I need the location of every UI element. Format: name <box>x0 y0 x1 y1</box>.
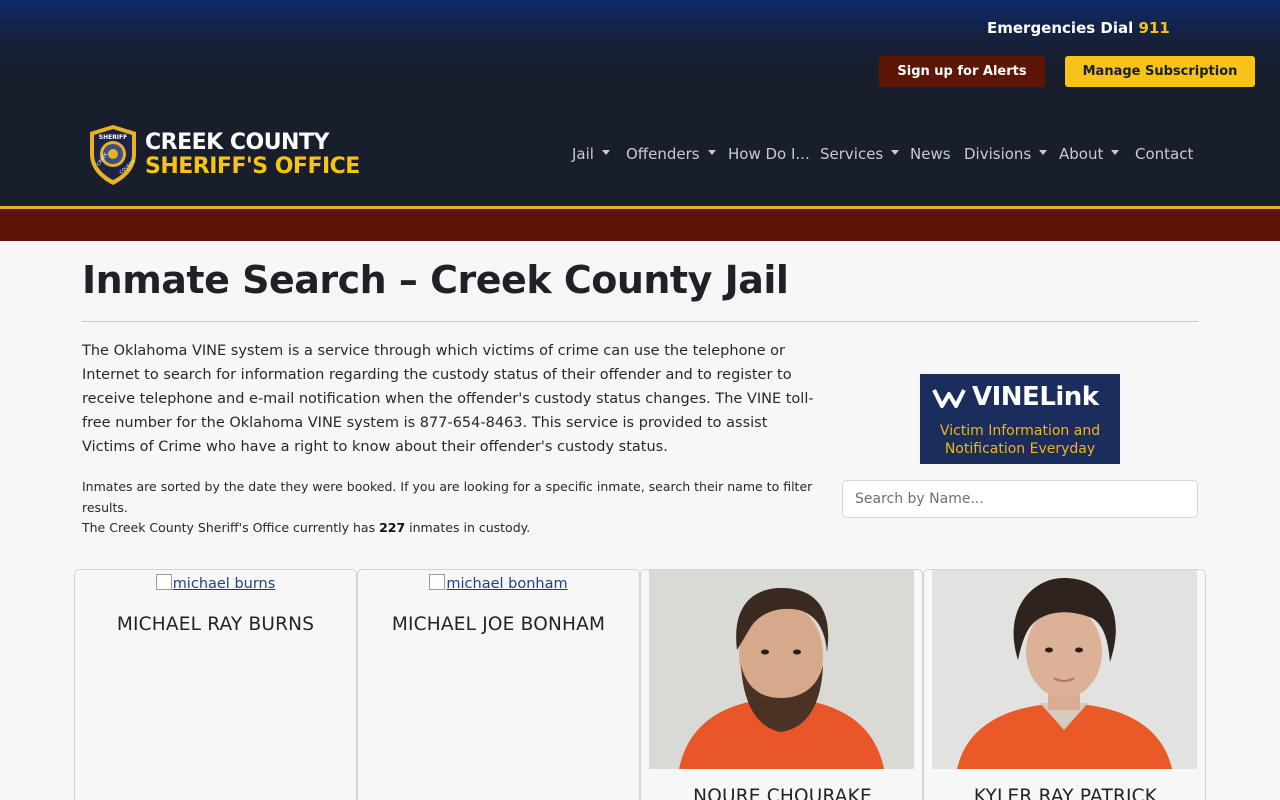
inmate-mugshot[interactable] <box>649 570 914 769</box>
chevron-down-icon <box>891 150 900 155</box>
sign-up-alerts-button[interactable]: Sign up for Alerts <box>879 56 1045 87</box>
inmate-name[interactable]: NOURE CHOURAKE <box>641 786 922 800</box>
chevron-down-icon <box>1111 150 1120 155</box>
vinelink-brand: VINELink <box>972 382 1099 412</box>
chevron-down-icon <box>1039 150 1048 155</box>
nav-item-jail[interactable]: Jail <box>572 145 610 163</box>
inmate-name[interactable]: MICHAEL JOE BONHAM <box>358 614 639 635</box>
page-title: Inmate Search – Creek County Jail <box>82 258 789 302</box>
inmate-photo-broken[interactable]: michael bonham <box>358 574 639 592</box>
inmate-count-note: The Creek County Sheriff's Office curren… <box>82 520 531 535</box>
inmate-name[interactable]: KYLER RAY PATRICK <box>924 786 1205 800</box>
nav-item-divisions[interactable]: Divisions <box>964 145 1048 163</box>
nav-item-services[interactable]: Services <box>820 145 900 163</box>
inmate-card[interactable]: NOURE CHOURAKE <box>640 569 923 800</box>
vinelink-tagline-1: Victim Information and <box>939 423 1101 439</box>
inmate-card[interactable]: michael bonham MICHAEL JOE BONHAM <box>357 569 640 800</box>
emergency-notice: Emergencies Dial 911 <box>987 19 1170 37</box>
inmate-mugshot[interactable] <box>932 570 1197 769</box>
inmate-card[interactable]: KYLER RAY PATRICK <box>923 569 1206 800</box>
nav-item-how-do-i[interactable]: How Do I... <box>728 145 810 163</box>
inmate-search-input[interactable] <box>842 480 1198 518</box>
broken-image-icon <box>155 574 172 590</box>
inmate-card[interactable]: michael burns MICHAEL RAY BURNS <box>74 569 357 800</box>
nav-item-news[interactable]: News <box>910 145 951 163</box>
broken-image-icon <box>429 574 446 590</box>
nav-item-about[interactable]: About <box>1059 145 1120 163</box>
vinelink-banner[interactable]: VINELink Victim Information and Notifica… <box>920 374 1120 464</box>
vine-intro-paragraph: The Oklahoma VINE system is a service th… <box>82 343 814 455</box>
site-header: Emergencies Dial 911 Sign up for Alerts … <box>0 0 1280 206</box>
vinelink-logo: VINELink <box>932 382 1099 412</box>
emergency-number[interactable]: 911 <box>1138 19 1169 37</box>
nav-item-contact[interactable]: Contact <box>1135 145 1193 163</box>
main-nav: Jail Offenders How Do I... Services News… <box>0 145 1280 167</box>
vinelink-tagline-2: Notification Everyday <box>944 441 1096 457</box>
header-maroon-band <box>0 209 1280 241</box>
emergency-label: Emergencies Dial <box>987 19 1134 37</box>
nav-item-offenders[interactable]: Offenders <box>626 145 716 163</box>
sort-note: Inmates are sorted by the date they were… <box>82 479 813 515</box>
chevron-down-icon <box>601 150 610 155</box>
title-divider <box>82 321 1198 322</box>
inmate-name[interactable]: MICHAEL RAY BURNS <box>75 614 356 635</box>
inmate-count: 227 <box>379 520 406 535</box>
badge-top-text: SHERIFF <box>99 134 128 141</box>
inmate-photo-broken[interactable]: michael burns <box>75 574 356 592</box>
manage-subscription-button[interactable]: Manage Subscription <box>1065 56 1255 87</box>
chevron-down-icon <box>707 150 716 155</box>
vine-shield-icon <box>932 389 966 408</box>
